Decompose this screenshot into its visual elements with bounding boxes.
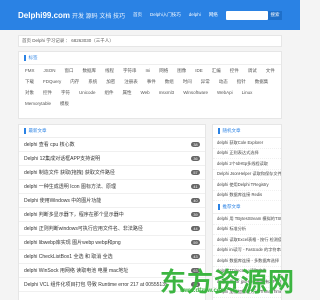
view-count-badge: 57	[191, 169, 200, 176]
tag-link[interactable]: 下载	[25, 79, 34, 85]
article-title[interactable]: Delphi VCL 组件化项目打包 导致 Runtime error 217 …	[24, 281, 168, 288]
article-title[interactable]: delphi 查看 cpu 核心数	[24, 141, 75, 148]
view-count-badge: 44	[191, 225, 200, 232]
article-row[interactable]: delphi 一种生成透明 Icon 图标方法、原理 41	[19, 180, 205, 194]
breadcrumb: 首页 Delphi 学习记录 ： 68263030（三千人）	[18, 35, 282, 47]
view-count-badge: 41	[191, 183, 200, 190]
tag-link[interactable]: 控件	[43, 90, 52, 96]
tag-link[interactable]: FDQuery	[43, 79, 61, 85]
sidebar-recommended-link[interactable]: delphi 用 TBytesStream 模拟的TStringList	[213, 214, 281, 225]
article-row[interactable]: Delphi 12集成对话框APP支持说明 36	[19, 152, 205, 166]
sidebar-random-link[interactable]: delphi 使用Delphi TRegistry	[213, 180, 281, 191]
tags-heading: 标签	[19, 52, 281, 65]
nav-item-delphi[interactable]: delphi	[189, 12, 201, 18]
sidebar-random-link[interactable]: Delphi JsonHelper 读取和保存文件一个工程	[213, 170, 281, 180]
nav-item-tips[interactable]: Delphi入门技巧	[150, 12, 181, 18]
article-title[interactable]: delphi libwebp库实现 图片webp webp和png	[24, 239, 121, 246]
tag-link[interactable]: 属性	[123, 90, 132, 96]
tag-link[interactable]: 内存	[70, 79, 79, 85]
sidebar-recommended-link[interactable]: delphi ini读写 - Fastcode 的字符串	[213, 246, 281, 256]
logo-subtitle: 开发 源码 文档 技巧	[72, 13, 126, 20]
tag-link[interactable]: Linux	[242, 90, 253, 96]
site-logo[interactable]: Delphi99.com 开发 源码 文档 技巧	[18, 11, 125, 20]
nav-item-network[interactable]: 网络	[209, 12, 218, 18]
top-navigation-bar: Delphi99.com 开发 源码 文档 技巧 首页 Delphi入门技巧 de…	[0, 0, 300, 30]
article-row[interactable]: delphi 判断多显示器下，程序在那个显示器中 39	[19, 208, 205, 222]
tag-link[interactable]: IDE	[195, 68, 203, 74]
tag-link[interactable]: 窗口	[65, 68, 74, 74]
tag-link[interactable]: 图像	[177, 68, 186, 74]
tag-link[interactable]: 线程	[105, 68, 114, 74]
tag-link[interactable]: 指针	[237, 79, 246, 85]
sidebar-recommended-link[interactable]: delphi 读取Excel表格 - 按行 检测值	[213, 235, 281, 246]
tag-link[interactable]: 动态	[219, 79, 228, 85]
tag-link[interactable]: 系统	[88, 79, 97, 85]
nav-item-home[interactable]: 首页	[133, 12, 142, 18]
article-title[interactable]: delphi 一种生成透明 Icon 图标方法、原理	[24, 183, 116, 190]
sidebar-random-link[interactable]: delphi 获取Cole Explorer	[213, 138, 281, 149]
article-title[interactable]: delphi 判断多显示器下，程序在那个显示器中	[24, 211, 124, 218]
view-count-badge: 39	[191, 211, 200, 218]
tag-link[interactable]: 网络	[159, 68, 168, 74]
article-row[interactable]: delphi 查看 cpu 核心数 38	[19, 138, 205, 152]
tag-link[interactable]: Ini	[146, 68, 151, 74]
view-count-badge: 40	[191, 197, 200, 204]
view-count-badge: 36	[191, 155, 200, 162]
logo-text[interactable]: Delphi99.com	[18, 11, 70, 20]
sidebar-random-link[interactable]: delphi 数据库连接 Redis	[213, 191, 281, 201]
article-title[interactable]: delphi 正则判断windows可执行应用文件名、非法路径	[24, 225, 143, 232]
article-row[interactable]: delphi 正则判断windows可执行应用文件名、非法路径 44	[19, 222, 205, 236]
article-title[interactable]: delphi CheckListBox1 全选 和 取消 全选	[24, 253, 113, 260]
tag-link[interactable]: 模板	[60, 101, 69, 107]
main-nav: 首页 Delphi入门技巧 delphi 网络	[133, 12, 218, 18]
view-count-badge: 43	[191, 253, 200, 260]
tag-link[interactable]: 字符串	[123, 68, 137, 74]
article-list-heading: 最新文章	[19, 125, 205, 138]
tag-link[interactable]: Web	[141, 90, 150, 96]
tag-link[interactable]: 注册表	[124, 79, 138, 85]
tag-link[interactable]: 控件	[230, 68, 239, 74]
tag-link[interactable]: 文件	[266, 68, 275, 74]
tag-link[interactable]: 调试	[248, 68, 257, 74]
tag-link[interactable]: WebApi	[217, 90, 233, 96]
article-title[interactable]: Delphi 12集成对话框APP支持说明	[24, 155, 100, 162]
tag-link[interactable]: Winsoftware	[183, 90, 208, 96]
tag-link[interactable]: Memorytable	[25, 101, 51, 107]
tag-link[interactable]: JSON	[44, 68, 56, 74]
article-row[interactable]: Delphi 使用Windows 中的图片功能 40	[19, 194, 205, 208]
sidebar-recommended-link[interactable]: delphi 标准分析	[213, 225, 281, 235]
tag-link[interactable]: 时间	[183, 79, 192, 85]
sidebar-hot-heading: 随机文章	[213, 125, 281, 138]
sidebar-random-link[interactable]: delphi 正则表达式选择	[213, 149, 281, 159]
tag-link[interactable]: 字符	[61, 90, 70, 96]
view-count-badge: 38	[191, 141, 200, 148]
sidebar-random-link[interactable]: delphi 2个IdHttp多线程读取	[213, 159, 281, 170]
tag-link[interactable]: FMX	[25, 68, 35, 74]
article-title[interactable]: delphi 制造文件 获取(拖拽) 获取文件路径	[24, 169, 115, 176]
search-input[interactable]	[226, 10, 268, 20]
tag-link[interactable]: Unicode	[79, 90, 96, 96]
tag-link[interactable]: 对象	[25, 90, 34, 96]
tag-link[interactable]: 数组	[165, 79, 174, 85]
article-title[interactable]: delphi WinSock 用网络 读取电池 电量 mac地址	[24, 267, 128, 274]
tag-link[interactable]: 异常	[201, 79, 210, 85]
tag-link[interactable]: 组件	[105, 90, 114, 96]
tag-link[interactable]: 数据库	[83, 68, 97, 74]
tag-link[interactable]: 事件	[147, 79, 156, 85]
article-title[interactable]: Delphi 使用Windows 中的图片功能	[24, 197, 101, 204]
tag-link[interactable]: 汇编	[212, 68, 221, 74]
tag-link[interactable]: msxml3	[159, 90, 175, 96]
tag-link[interactable]: 加密	[106, 79, 115, 85]
search-button[interactable]: 搜索	[268, 10, 282, 20]
article-row[interactable]: delphi libwebp库实现 图片webp webp和png 59	[19, 236, 205, 250]
tags-panel: 标签 FMX JSON 窗口 数据库 线程 字符串 Ini 网络 图像 IDE 汇编 控件 调试 文件 下载…	[18, 51, 282, 119]
article-row[interactable]: delphi 制造文件 获取(拖拽) 获取文件路径 57	[19, 166, 205, 180]
tag-list: FMX JSON 窗口 数据库 线程 字符串 Ini 网络 图像 IDE 汇编 控件 调试 文件 下载 FDQ…	[19, 65, 281, 107]
search-bar: 搜索	[226, 10, 282, 20]
view-count-badge: 59	[191, 239, 200, 246]
watermark-url: www.dfzyw.com	[180, 288, 226, 294]
tag-link[interactable]: 数据集	[255, 79, 269, 85]
sidebar-rec-heading: 推荐文章	[213, 201, 281, 214]
